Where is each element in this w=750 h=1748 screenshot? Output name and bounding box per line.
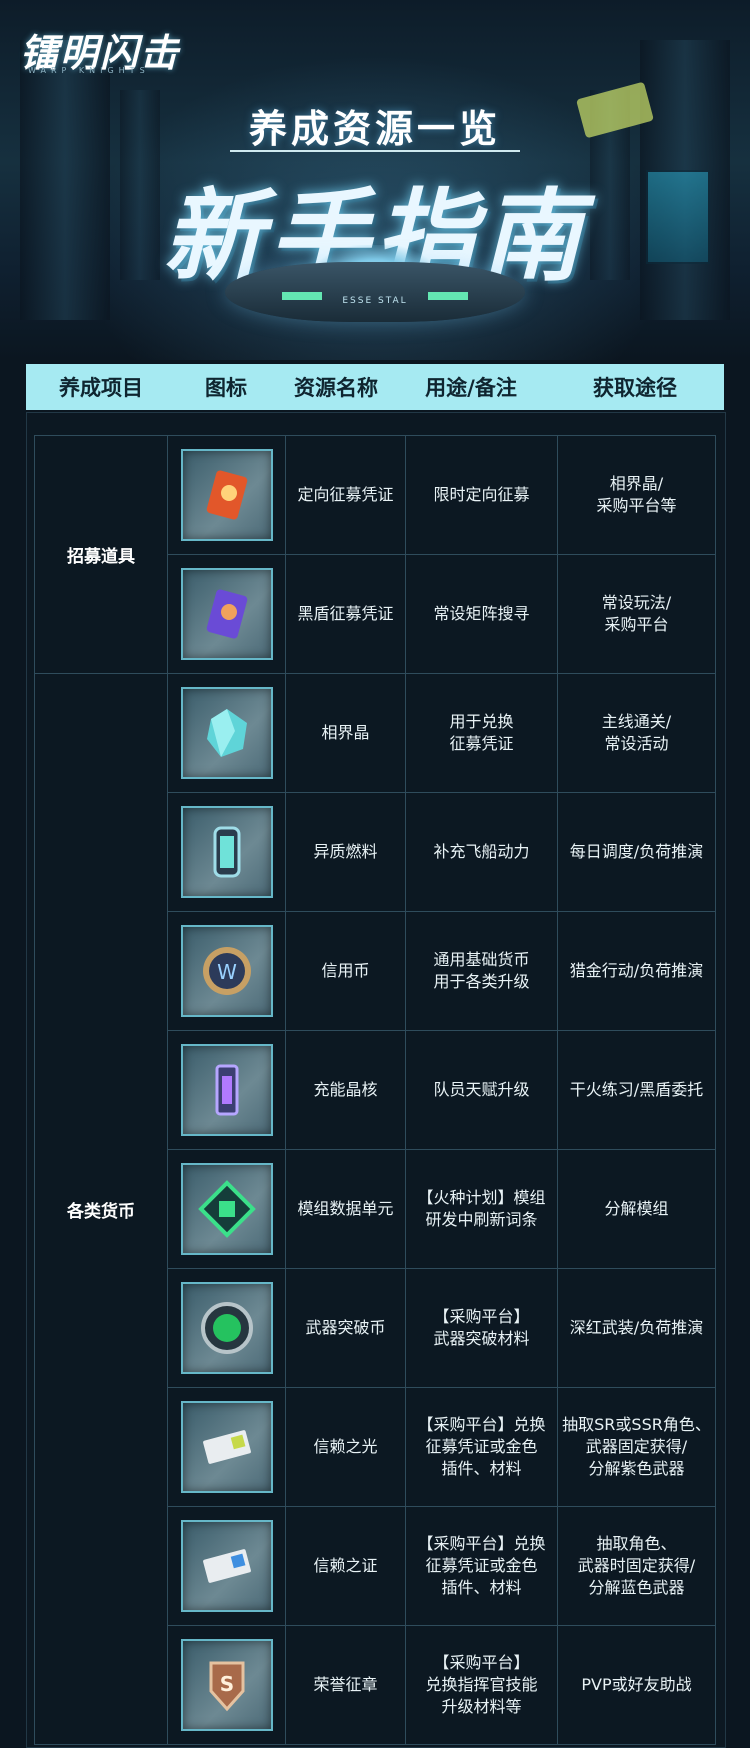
table-row: 黑盾征募凭证 常设矩阵搜寻 常设玩法/ 采购平台 bbox=[168, 555, 716, 674]
game-logo-subtitle: WARP KNIGHTS bbox=[28, 66, 150, 75]
table-row: S 荣誉征章 【采购平台】 兑换指挥官技能 升级材料等 PVP或好友助战 bbox=[168, 1626, 716, 1745]
table-row: 定向征募凭证 限时定向征募 相界晶/ 采购平台等 bbox=[168, 436, 716, 555]
resource-name: 黑盾征募凭证 bbox=[286, 555, 406, 673]
column-header-icon: 图标 bbox=[205, 376, 247, 400]
resource-usage: 常设矩阵搜寻 bbox=[406, 555, 558, 673]
resource-usage: 用于兑换 征募凭证 bbox=[406, 674, 558, 792]
weapon-breakthrough-coin-icon bbox=[180, 1282, 273, 1374]
icon-cell bbox=[168, 1269, 286, 1387]
icon-cell bbox=[168, 436, 286, 554]
table-row: 相界晶 用于兑换 征募凭证 主线通关/ 常设活动 bbox=[168, 674, 716, 793]
resource-name: 信赖之光 bbox=[286, 1388, 406, 1506]
column-header-name: 资源名称 bbox=[294, 376, 378, 400]
resource-source: 主线通关/ 常设活动 bbox=[558, 674, 716, 792]
resource-source: 每日调度/负荷推演 bbox=[558, 793, 716, 911]
resource-usage: 【火种计划】模组 研发中刷新词条 bbox=[406, 1150, 558, 1268]
resource-name: 武器突破币 bbox=[286, 1269, 406, 1387]
module-data-unit-icon bbox=[180, 1163, 273, 1255]
recruit-ticket-orange-icon bbox=[180, 449, 273, 541]
table-row: 异质燃料 补充飞船动力 每日调度/负荷推演 bbox=[168, 793, 716, 912]
resource-name: 异质燃料 bbox=[286, 793, 406, 911]
resource-source: 深红武装/负荷推演 bbox=[558, 1269, 716, 1387]
resource-usage: 【采购平台】兑换 征募凭证或金色 插件、材料 bbox=[406, 1388, 558, 1506]
icon-cell: S bbox=[168, 1626, 286, 1744]
resource-source: 常设玩法/ 采购平台 bbox=[558, 555, 716, 673]
group-cell-recruit: 招募道具 bbox=[34, 436, 168, 674]
resource-usage: 限时定向征募 bbox=[406, 436, 558, 554]
resource-name: 定向征募凭证 bbox=[286, 436, 406, 554]
icon-cell bbox=[168, 555, 286, 673]
icon-cell: W bbox=[168, 912, 286, 1030]
resource-usage: 【采购平台】 兑换指挥官技能 升级材料等 bbox=[406, 1626, 558, 1744]
podium-label: ESSE STAL bbox=[342, 296, 408, 306]
hero-banner: 镭明闪击 WARP KNIGHTS 养成资源一览 新手指南 ESSE STAL bbox=[0, 0, 750, 360]
icon-cell bbox=[168, 674, 286, 792]
resource-name: 荣誉征章 bbox=[286, 1626, 406, 1744]
subtitle-underline bbox=[230, 150, 520, 152]
resource-source: 抽取SR或SSR角色、 武器固定获得/ 分解紫色武器 bbox=[558, 1388, 716, 1506]
icon-cell bbox=[168, 1507, 286, 1625]
icon-cell bbox=[168, 1031, 286, 1149]
table-row: W 信用币 通用基础货币 用于各类升级 猎金行动/负荷推演 bbox=[168, 912, 716, 1031]
resource-source: PVP或好友助战 bbox=[558, 1626, 716, 1744]
column-header-source: 获取途径 bbox=[593, 376, 677, 400]
table-header: 养成项目 图标 资源名称 用途/备注 获取途径 bbox=[26, 364, 724, 410]
table-body: 招募道具 各类货币 定向征募凭证 限时定向征募 相界晶/ 采购平台等 黑盾征募凭证 常设… bbox=[34, 435, 716, 1746]
resource-source: 抽取角色、 武器时固定获得/ 分解蓝色武器 bbox=[558, 1507, 716, 1625]
energy-crystal-core-icon bbox=[180, 1044, 273, 1136]
credit-coin-icon: W bbox=[180, 925, 273, 1017]
svg-text:S: S bbox=[219, 1672, 233, 1696]
resource-source: 猎金行动/负荷推演 bbox=[558, 912, 716, 1030]
column-header-usage: 用途/备注 bbox=[425, 376, 517, 400]
resource-name: 相界晶 bbox=[286, 674, 406, 792]
table-row: 信赖之光 【采购平台】兑换 征募凭证或金色 插件、材料 抽取SR或SSR角色、 武器… bbox=[168, 1388, 716, 1507]
group-cell-currency: 各类货币 bbox=[34, 674, 168, 1745]
table-row: 充能晶核 队员天赋升级 干火练习/黑盾委托 bbox=[168, 1031, 716, 1150]
resource-name: 充能晶核 bbox=[286, 1031, 406, 1149]
resource-usage: 通用基础货币 用于各类升级 bbox=[406, 912, 558, 1030]
table-row: 信赖之证 【采购平台】兑换 征募凭证或金色 插件、材料 抽取角色、 武器时固定获得/… bbox=[168, 1507, 716, 1626]
podium bbox=[225, 262, 525, 322]
page-subtitle: 养成资源一览 bbox=[248, 107, 501, 151]
icon-cell bbox=[168, 793, 286, 911]
column-header-category: 养成项目 bbox=[59, 376, 143, 400]
resource-source: 分解模组 bbox=[558, 1150, 716, 1268]
table-row: 武器突破币 【采购平台】 武器突破材料 深红武装/负荷推演 bbox=[168, 1269, 716, 1388]
resource-source: 干火练习/黑盾委托 bbox=[558, 1031, 716, 1149]
icon-cell bbox=[168, 1150, 286, 1268]
recruit-ticket-purple-icon bbox=[180, 568, 273, 660]
trust-proof-ticket-icon bbox=[180, 1520, 273, 1612]
resource-source: 相界晶/ 采购平台等 bbox=[558, 436, 716, 554]
resource-usage: 【采购平台】兑换 征募凭证或金色 插件、材料 bbox=[406, 1507, 558, 1625]
honor-badge-icon: S bbox=[180, 1639, 273, 1731]
resource-usage: 【采购平台】 武器突破材料 bbox=[406, 1269, 558, 1387]
trust-light-ticket-icon bbox=[180, 1401, 273, 1493]
icon-cell bbox=[168, 1388, 286, 1506]
resource-name: 信赖之证 bbox=[286, 1507, 406, 1625]
table-row: 模组数据单元 【火种计划】模组 研发中刷新词条 分解模组 bbox=[168, 1150, 716, 1269]
resource-name: 信用币 bbox=[286, 912, 406, 1030]
resource-usage: 队员天赋升级 bbox=[406, 1031, 558, 1149]
svg-text:W: W bbox=[217, 960, 237, 984]
fuel-canister-icon bbox=[180, 806, 273, 898]
resource-name: 模组数据单元 bbox=[286, 1150, 406, 1268]
resource-usage: 补充飞船动力 bbox=[406, 793, 558, 911]
cyan-crystal-icon bbox=[180, 687, 273, 779]
